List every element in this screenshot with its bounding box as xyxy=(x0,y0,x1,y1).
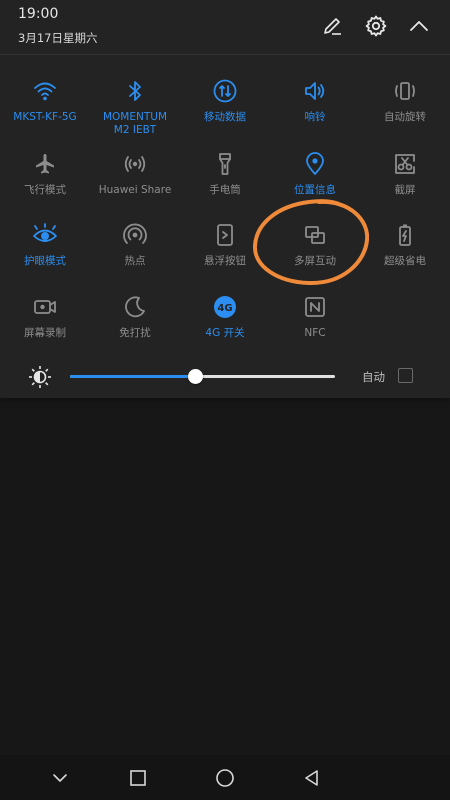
nav-home-button[interactable] xyxy=(210,763,240,793)
tile-label: 多屏互动 xyxy=(294,255,336,267)
tile-label: 悬浮按钮 xyxy=(204,255,246,267)
brightness-slider[interactable] xyxy=(70,369,335,384)
airplane-icon xyxy=(31,150,59,178)
status-time: 19:00 xyxy=(18,6,59,22)
tile-label: MOMENTUM M2 IEBT xyxy=(102,111,168,136)
square-icon xyxy=(130,770,146,786)
settings-button[interactable] xyxy=(360,10,392,42)
4g-icon: 4G xyxy=(211,293,239,321)
tile-floating-button[interactable]: 悬浮按钮 xyxy=(180,217,270,283)
panel-header: 19:00 3月17日星期六 xyxy=(0,0,450,55)
tile-label: NFC xyxy=(304,327,326,339)
eye-icon xyxy=(31,221,59,249)
tile-label: 移动数据 xyxy=(204,111,246,123)
4g-icon-text: 4G xyxy=(217,303,232,314)
tile-label: 响铃 xyxy=(304,111,326,123)
nav-recents-button[interactable] xyxy=(123,763,153,793)
tile-label: 护眼模式 xyxy=(24,255,66,267)
tile-label: MKST-KF-5G xyxy=(13,111,77,123)
battery-saver-icon xyxy=(391,221,419,249)
huawei-share-icon xyxy=(121,150,149,178)
tile-bluetooth[interactable]: MOMENTUM M2 IEBT xyxy=(90,73,180,139)
brightness-slider-thumb[interactable] xyxy=(187,369,203,384)
chevron-up-icon xyxy=(410,21,428,31)
wifi-icon xyxy=(31,77,59,105)
auto-brightness-label: 自动 xyxy=(362,370,385,384)
tile-eye[interactable]: 护眼模式 xyxy=(0,217,90,283)
tile-huawei-share[interactable]: Huawei Share xyxy=(90,146,180,212)
status-date: 3月17日星期六 xyxy=(18,31,98,45)
tile-label: 飞行模式 xyxy=(24,184,66,196)
tile-label: 自动旋转 xyxy=(384,111,426,123)
tile-label: 免打扰 xyxy=(119,327,151,339)
hotspot-icon xyxy=(121,221,149,249)
moon-icon xyxy=(121,293,149,321)
flashlight-icon xyxy=(211,150,239,178)
location-icon xyxy=(301,150,329,178)
tile-location[interactable]: 位置信息 xyxy=(270,146,360,212)
tile-label: 4G 开关 xyxy=(205,327,245,339)
tile-multi-screen[interactable]: 多屏互动 xyxy=(270,217,360,283)
tile-4g[interactable]: 4G 4G 开关 xyxy=(180,289,270,355)
screenshot-icon xyxy=(391,150,419,178)
notification-panel: 19:00 3月17日星期六 MKST-KF-5G MOMENTUM M2 IE… xyxy=(0,0,450,398)
back-triangle-icon xyxy=(305,770,318,786)
brightness-icon xyxy=(29,366,51,388)
tile-label: Huawei Share xyxy=(98,184,172,196)
tile-volume[interactable]: 响铃 xyxy=(270,73,360,139)
navigation-bar xyxy=(0,755,450,800)
tile-battery-saver[interactable]: 超级省电 xyxy=(360,217,450,283)
nav-menu-button[interactable] xyxy=(45,763,75,793)
header-divider xyxy=(0,54,450,55)
auto-brightness-checkbox[interactable] xyxy=(398,368,413,383)
phone-screen: 19:00 3月17日星期六 MKST-KF-5G MOMENTUM M2 IE… xyxy=(0,0,450,800)
tile-hotspot[interactable]: 热点 xyxy=(90,217,180,283)
collapse-button[interactable] xyxy=(403,10,435,42)
nav-back-button[interactable] xyxy=(297,763,327,793)
tile-moon[interactable]: 免打扰 xyxy=(90,289,180,355)
tile-airplane[interactable]: 飞行模式 xyxy=(0,146,90,212)
tile-label: 超级省电 xyxy=(384,255,426,267)
volume-icon xyxy=(301,77,329,105)
tile-label: 屏幕录制 xyxy=(24,327,66,339)
floating-button-icon xyxy=(211,221,239,249)
screen-record-icon xyxy=(31,293,59,321)
tile-screenshot[interactable]: 截屏 xyxy=(360,146,450,212)
tile-nfc[interactable]: NFC xyxy=(270,289,360,355)
tile-auto-rotate[interactable]: 自动旋转 xyxy=(360,73,450,139)
circle-icon xyxy=(216,769,234,787)
edit-button[interactable] xyxy=(316,10,348,42)
tile-label: 截屏 xyxy=(394,184,416,196)
tile-label: 手电筒 xyxy=(209,184,241,196)
brightness-bar: 自动 xyxy=(0,357,450,397)
chevron-down-icon xyxy=(53,774,67,782)
tile-mobile-data[interactable]: 移动数据 xyxy=(180,73,270,139)
pencil-icon xyxy=(324,18,341,35)
tile-label: 热点 xyxy=(124,255,146,267)
nfc-icon xyxy=(301,293,329,321)
tile-wifi[interactable]: MKST-KF-5G xyxy=(0,73,90,139)
auto-rotate-icon xyxy=(391,77,419,105)
brightness-slider-fill xyxy=(70,375,195,378)
tile-flashlight[interactable]: 手电筒 xyxy=(180,146,270,212)
gear-icon xyxy=(365,15,387,37)
bluetooth-icon xyxy=(121,77,149,105)
mobile-data-icon xyxy=(211,77,239,105)
tile-label: 位置信息 xyxy=(294,184,336,196)
multi-screen-icon xyxy=(301,221,329,249)
tile-screen-record[interactable]: 屏幕录制 xyxy=(0,289,90,355)
